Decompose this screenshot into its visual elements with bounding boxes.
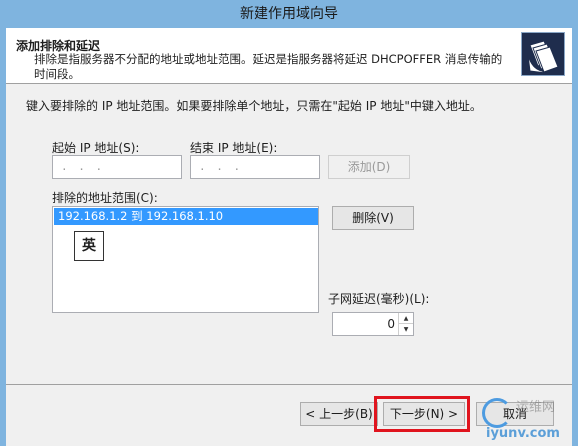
intro-text: 键入要排除的 IP 地址范围。如果要排除单个地址，只需在"起始 IP 地址"中键… [26,99,482,113]
next-button-highlight [374,396,470,432]
footer-divider [6,384,572,385]
header-description: 排除是指服务器不分配的地址或地址范围。延迟是指服务器将延迟 DHCPOFFER … [34,52,503,81]
end-ip-input[interactable]: . . . [190,155,320,179]
excluded-range-label: 排除的地址范围(C): [52,191,158,205]
add-button[interactable]: 添加(D) [328,155,410,179]
back-button[interactable]: < 上一步(B) [300,402,378,426]
remove-button[interactable]: 删除(V) [332,206,414,230]
end-ip-label: 结束 IP 地址(E): [190,141,278,155]
start-ip-label: 起始 IP 地址(S): [52,141,140,155]
watermark-text: 运维网 [516,400,556,415]
start-ip-input[interactable]: . . . [52,155,182,179]
chevron-down-icon[interactable]: ▼ [399,324,413,335]
window-title: 新建作用域向导 [0,0,578,28]
watermark-logo-icon [482,398,512,428]
subnet-delay-label: 子网延迟(毫秒)(L): [328,292,430,306]
subnet-delay-value: 0 [387,317,395,331]
wizard-window: 添加排除和延迟 排除是指服务器不分配的地址或地址范围。延迟是指服务器将延迟 DH… [6,28,572,446]
wizard-header: 添加排除和延迟 排除是指服务器不分配的地址或地址范围。延迟是指服务器将延迟 DH… [6,28,572,84]
ime-indicator: 英 [74,231,104,261]
watermark-url: iyunv.com [486,426,560,441]
list-item[interactable]: 192.168.1.2 到 192.168.1.10 [54,208,318,225]
wizard-content: 键入要排除的 IP 地址范围。如果要排除单个地址，只需在"起始 IP 地址"中键… [6,85,572,385]
chevron-up-icon[interactable]: ▲ [399,313,413,324]
subnet-delay-stepper[interactable]: 0 ▲ ▼ [332,312,414,336]
folder-pages-icon [521,32,565,76]
watermark: 运维网 iyunv.com [476,396,572,444]
stepper-buttons: ▲ ▼ [398,313,413,335]
